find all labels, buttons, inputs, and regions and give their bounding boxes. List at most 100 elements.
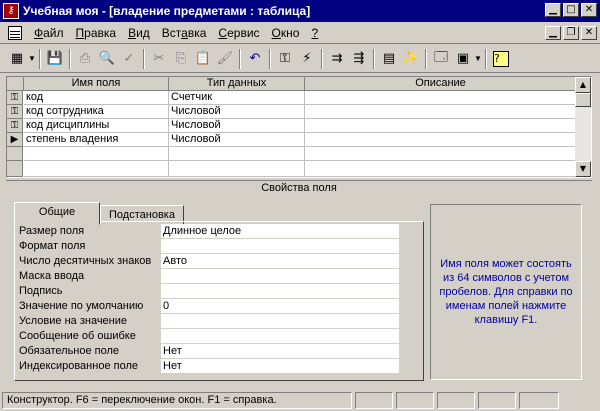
default-value-input[interactable]: 0 [161,299,399,314]
format-input[interactable] [161,239,399,254]
description-cell[interactable] [305,91,577,105]
data-type-cell[interactable]: Числовой [169,119,305,133]
data-type-cell[interactable] [169,147,305,161]
new-object-button[interactable]: ▣ [452,48,474,70]
view-dropdown-arrow[interactable]: ▼ [28,54,36,63]
data-type-cell[interactable]: Числовой [169,105,305,119]
spelling-icon: ✓ [123,51,135,66]
menu-help[interactable]: ? [305,26,324,40]
description-cell[interactable] [305,147,577,161]
field-name-cell[interactable] [24,161,169,177]
data-type-cell[interactable] [169,161,305,177]
tab-general[interactable]: Общие [14,202,100,225]
window-title: Учебная моя - [владение предметами : таб… [23,4,311,18]
restore-icon: ❐ [566,27,576,38]
field-name-cell[interactable]: код сотрудника [24,105,169,119]
scroll-thumb[interactable] [575,93,591,107]
insert-rows-icon: ⇉ [331,51,343,66]
validation-rule-input[interactable] [161,314,399,329]
description-cell[interactable] [305,105,577,119]
print-preview-button[interactable]: 🔍 [96,48,118,70]
close-icon: ✕ [584,27,594,38]
description-cell[interactable] [305,133,577,147]
data-type-cell[interactable]: Счетчик [169,91,305,105]
validation-text-input[interactable] [161,329,399,344]
indexed-input[interactable]: Нет [161,359,399,374]
toolbar-separator [239,48,241,69]
view-mode-button[interactable]: ▦ [6,48,28,70]
decimal-places-input[interactable]: Авто [161,254,399,269]
caption-input[interactable] [161,284,399,299]
description-cell[interactable] [305,119,577,133]
field-name-cell[interactable]: степень владения [24,133,169,147]
row-selector-key[interactable]: ⚿ [7,105,23,119]
field-name-cell[interactable] [24,147,169,161]
undo-button[interactable]: ↶ [244,48,266,70]
paste-button[interactable]: 📋 [192,48,214,70]
access-key-icon[interactable]: ⚷ [3,3,19,19]
doc-restore-button[interactable]: ❐ [563,26,579,40]
doc-close-button[interactable]: ✕ [581,26,597,40]
office-assistant-button[interactable]: ? [490,48,512,70]
field-name-cell[interactable]: код дисциплины [24,119,169,133]
row-selector-key[interactable]: ⚿ [7,91,23,105]
new-object-dropdown-arrow[interactable]: ▼ [474,54,482,63]
general-properties-panel: Размер поля Длинное целое Формат поля Чис… [14,221,424,381]
menu-insert[interactable]: Вставка [156,26,213,40]
table-document-icon[interactable] [8,25,22,40]
data-type-cell[interactable]: Числовой [169,133,305,147]
menu-tools[interactable]: Сервис [212,26,265,40]
row-selector[interactable] [7,161,23,177]
input-mask-input[interactable] [161,269,399,284]
menu-window[interactable]: Окно [266,26,306,40]
status-indicator [478,391,516,409]
scroll-down-button[interactable]: ▼ [575,161,591,177]
row-selector-current[interactable]: ▶ [7,133,23,147]
scroll-up-button[interactable]: ▲ [575,77,591,93]
cut-button[interactable]: ✂ [148,48,170,70]
field-name-cell[interactable]: код [24,91,169,105]
menu-view[interactable]: Вид [122,26,156,40]
minimize-button[interactable]: ▁ [545,3,561,17]
save-button[interactable]: 💾 [44,48,66,70]
status-indicator [519,391,559,409]
menu-edit[interactable]: Правка [70,26,123,40]
menu-file[interactable]: Файл [28,26,70,40]
property-row: Маска ввода [15,269,399,284]
property-row: Подпись [15,284,399,299]
builder-button[interactable]: ✨ [400,48,422,70]
doc-minimize-button[interactable]: ▁ [545,26,561,40]
property-row: Значение по умолчанию 0 [15,299,399,314]
row-selector-key[interactable]: ⚿ [7,119,23,133]
corner-header [7,77,24,91]
property-label: Индексированное поле [19,360,138,372]
grid-vertical-scrollbar[interactable]: ▲ ▼ [575,77,591,177]
delete-rows-button[interactable]: ⇶ [348,48,370,70]
property-row: Число десятичных знаков Авто [15,254,399,269]
field-size-input[interactable]: Длинное целое [161,224,399,239]
copy-button[interactable]: ⎘ [170,48,192,70]
required-input[interactable]: Нет [161,344,399,359]
table-view-icon: ▦ [10,51,24,66]
toolbar-separator [69,48,71,69]
insert-rows-button[interactable]: ⇉ [326,48,348,70]
properties-button[interactable]: ▤ [378,48,400,70]
toolbar-separator [373,48,375,69]
primary-key-button[interactable]: ⚿ [274,48,296,70]
database-window-button[interactable]: 🗔 [430,48,452,70]
format-painter-button[interactable]: 🖌 [214,48,236,70]
title-bar[interactable]: ⚷ Учебная моя - [владение предметами : т… [0,0,600,22]
print-button[interactable]: ⎙ [74,48,96,70]
description-cell[interactable] [305,161,577,177]
print-preview-icon: 🔍 [98,51,116,66]
database-window-icon: 🗔 [433,49,449,65]
property-row: Формат поля [15,239,399,254]
indexes-button[interactable]: ⚡ [296,48,318,70]
property-row: Сообщение об ошибке [15,329,399,344]
property-row: Размер поля Длинное целое [15,224,399,239]
close-button[interactable]: ✕ [581,3,597,17]
maximize-button[interactable]: □ [563,3,579,17]
row-selector[interactable] [7,147,23,161]
undo-icon: ↶ [249,51,261,66]
spelling-button[interactable]: ✓ [118,48,140,70]
